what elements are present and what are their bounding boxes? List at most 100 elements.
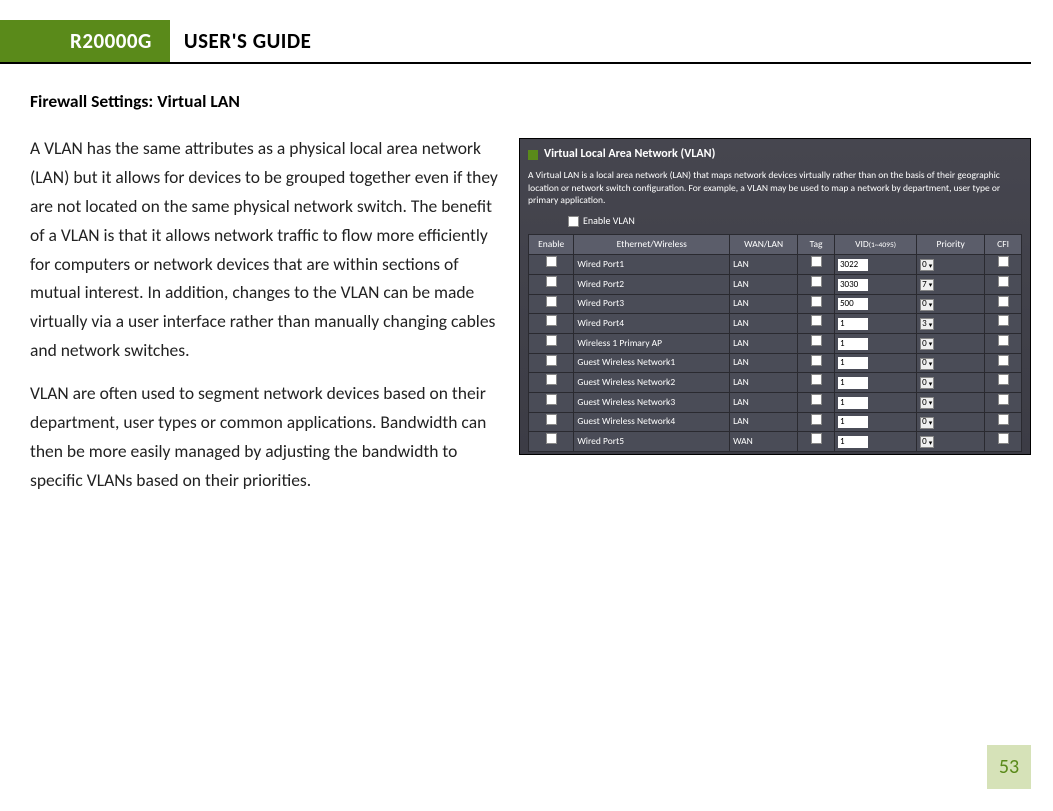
- row-priority-select[interactable]: 0▾: [920, 417, 934, 429]
- row-wanlan: LAN: [730, 334, 798, 354]
- row-vid-input[interactable]: 3030: [838, 279, 868, 291]
- row-wanlan: LAN: [730, 353, 798, 373]
- row-vid-input[interactable]: 1: [838, 338, 868, 350]
- table-row: Guest Wireless Network1LAN 1 0▾: [529, 353, 1022, 373]
- row-name: Wired Port2: [574, 275, 730, 295]
- row-cfi-checkbox[interactable]: [998, 296, 1009, 307]
- chevron-down-icon: ▾: [929, 260, 933, 272]
- row-vid-input[interactable]: 1: [838, 377, 868, 389]
- row-name: Wired Port4: [574, 314, 730, 334]
- doc-title: USER'S GUIDE: [170, 20, 311, 62]
- page-header: R20000G USER'S GUIDE: [0, 20, 1031, 64]
- row-cfi-checkbox[interactable]: [998, 394, 1009, 405]
- row-enable-checkbox[interactable]: [546, 394, 557, 405]
- table-row: Wired Port2LAN 3030 7▾: [529, 275, 1022, 295]
- row-vid-input[interactable]: 1: [838, 318, 868, 330]
- body-text: Virtual Local Area Network (VLAN) A Virt…: [30, 134, 1031, 495]
- chevron-down-icon: ▾: [929, 378, 933, 390]
- figure-title: Virtual Local Area Network (VLAN): [544, 145, 715, 165]
- row-cfi-checkbox[interactable]: [998, 374, 1009, 385]
- row-priority-select[interactable]: 3▾: [920, 318, 934, 330]
- row-vid-input[interactable]: 1: [838, 357, 868, 369]
- vlan-screenshot: Virtual Local Area Network (VLAN) A Virt…: [519, 138, 1031, 455]
- col-vid: VID(1~4095): [834, 234, 916, 255]
- row-name: Wireless 1 Primary AP: [574, 334, 730, 354]
- enable-vlan-label: Enable VLAN: [583, 213, 635, 230]
- chevron-down-icon: ▾: [929, 397, 933, 409]
- row-cfi-checkbox[interactable]: [998, 414, 1009, 425]
- row-priority-select[interactable]: 0▾: [920, 259, 934, 271]
- col-enable: Enable: [529, 234, 574, 255]
- row-enable-checkbox[interactable]: [546, 355, 557, 366]
- row-tag-checkbox[interactable]: [811, 355, 822, 366]
- row-priority-select[interactable]: 0▾: [920, 436, 934, 448]
- row-enable-checkbox[interactable]: [546, 296, 557, 307]
- table-header-row: Enable Ethernet/Wireless WAN/LAN Tag VID…: [529, 234, 1022, 255]
- chevron-down-icon: ▾: [929, 299, 933, 311]
- row-name: Wired Port5: [574, 432, 730, 452]
- row-enable-checkbox[interactable]: [546, 315, 557, 326]
- col-priority: Priority: [917, 234, 985, 255]
- table-row: Wired Port5WAN 1 0▾: [529, 432, 1022, 452]
- row-wanlan: LAN: [730, 294, 798, 314]
- chevron-down-icon: ▾: [929, 437, 933, 449]
- row-wanlan: LAN: [730, 393, 798, 413]
- row-vid-input[interactable]: 3022: [838, 259, 868, 271]
- row-priority-select[interactable]: 7▾: [920, 279, 934, 291]
- enable-vlan-row: Enable VLAN: [568, 213, 1022, 230]
- row-priority-select[interactable]: 0▾: [920, 338, 934, 350]
- chevron-down-icon: ▾: [929, 417, 933, 429]
- section-heading: Firewall Settings: Virtual LAN: [30, 90, 1031, 112]
- row-cfi-checkbox[interactable]: [998, 355, 1009, 366]
- row-cfi-checkbox[interactable]: [998, 335, 1009, 346]
- row-tag-checkbox[interactable]: [811, 256, 822, 267]
- row-enable-checkbox[interactable]: [546, 256, 557, 267]
- col-eth: Ethernet/Wireless: [574, 234, 730, 255]
- row-enable-checkbox[interactable]: [546, 374, 557, 385]
- row-name: Guest Wireless Network3: [574, 393, 730, 413]
- row-name: Wired Port1: [574, 255, 730, 275]
- row-priority-select[interactable]: 0▾: [920, 397, 934, 409]
- table-row: Wired Port3LAN5000▾: [529, 294, 1022, 314]
- row-tag-checkbox[interactable]: [811, 374, 822, 385]
- vlan-table: Enable Ethernet/Wireless WAN/LAN Tag VID…: [528, 234, 1022, 452]
- row-wanlan: WAN: [730, 432, 798, 452]
- chevron-down-icon: ▾: [929, 338, 933, 350]
- row-priority-select[interactable]: 0▾: [920, 358, 934, 370]
- row-cfi-checkbox[interactable]: [998, 315, 1009, 326]
- row-tag-checkbox[interactable]: [811, 276, 822, 287]
- row-cfi-checkbox[interactable]: [998, 256, 1009, 267]
- figure-description: A Virtual LAN is a local area network (L…: [528, 169, 1022, 207]
- row-tag-checkbox[interactable]: [811, 315, 822, 326]
- row-cfi-checkbox[interactable]: [998, 433, 1009, 444]
- row-vid-input[interactable]: 500: [838, 298, 868, 310]
- table-row: Guest Wireless Network2LAN10▾: [529, 373, 1022, 393]
- row-tag-checkbox[interactable]: [811, 433, 822, 444]
- row-name: Guest Wireless Network4: [574, 412, 730, 432]
- row-vid-input[interactable]: 1: [838, 416, 868, 428]
- row-priority-select[interactable]: 0▾: [920, 377, 934, 389]
- row-vid-input[interactable]: 1: [838, 397, 868, 409]
- row-vid-input[interactable]: 1: [838, 436, 868, 448]
- row-tag-checkbox[interactable]: [811, 296, 822, 307]
- row-tag-checkbox[interactable]: [811, 414, 822, 425]
- row-name: Guest Wireless Network2: [574, 373, 730, 393]
- row-wanlan: LAN: [730, 412, 798, 432]
- enable-vlan-checkbox[interactable]: [568, 216, 579, 227]
- table-row: Wired Port1LAN 3022 0▾: [529, 255, 1022, 275]
- col-wanlan: WAN/LAN: [730, 234, 798, 255]
- chevron-down-icon: ▾: [929, 279, 933, 291]
- page-number: 53: [987, 745, 1031, 789]
- row-enable-checkbox[interactable]: [546, 335, 557, 346]
- row-enable-checkbox[interactable]: [546, 276, 557, 287]
- row-tag-checkbox[interactable]: [811, 394, 822, 405]
- row-name: Guest Wireless Network1: [574, 353, 730, 373]
- row-enable-checkbox[interactable]: [546, 433, 557, 444]
- row-wanlan: LAN: [730, 255, 798, 275]
- chevron-down-icon: ▾: [929, 319, 933, 331]
- row-priority-select[interactable]: 0▾: [920, 299, 934, 311]
- row-wanlan: LAN: [730, 275, 798, 295]
- row-enable-checkbox[interactable]: [546, 414, 557, 425]
- row-tag-checkbox[interactable]: [811, 335, 822, 346]
- row-cfi-checkbox[interactable]: [998, 276, 1009, 287]
